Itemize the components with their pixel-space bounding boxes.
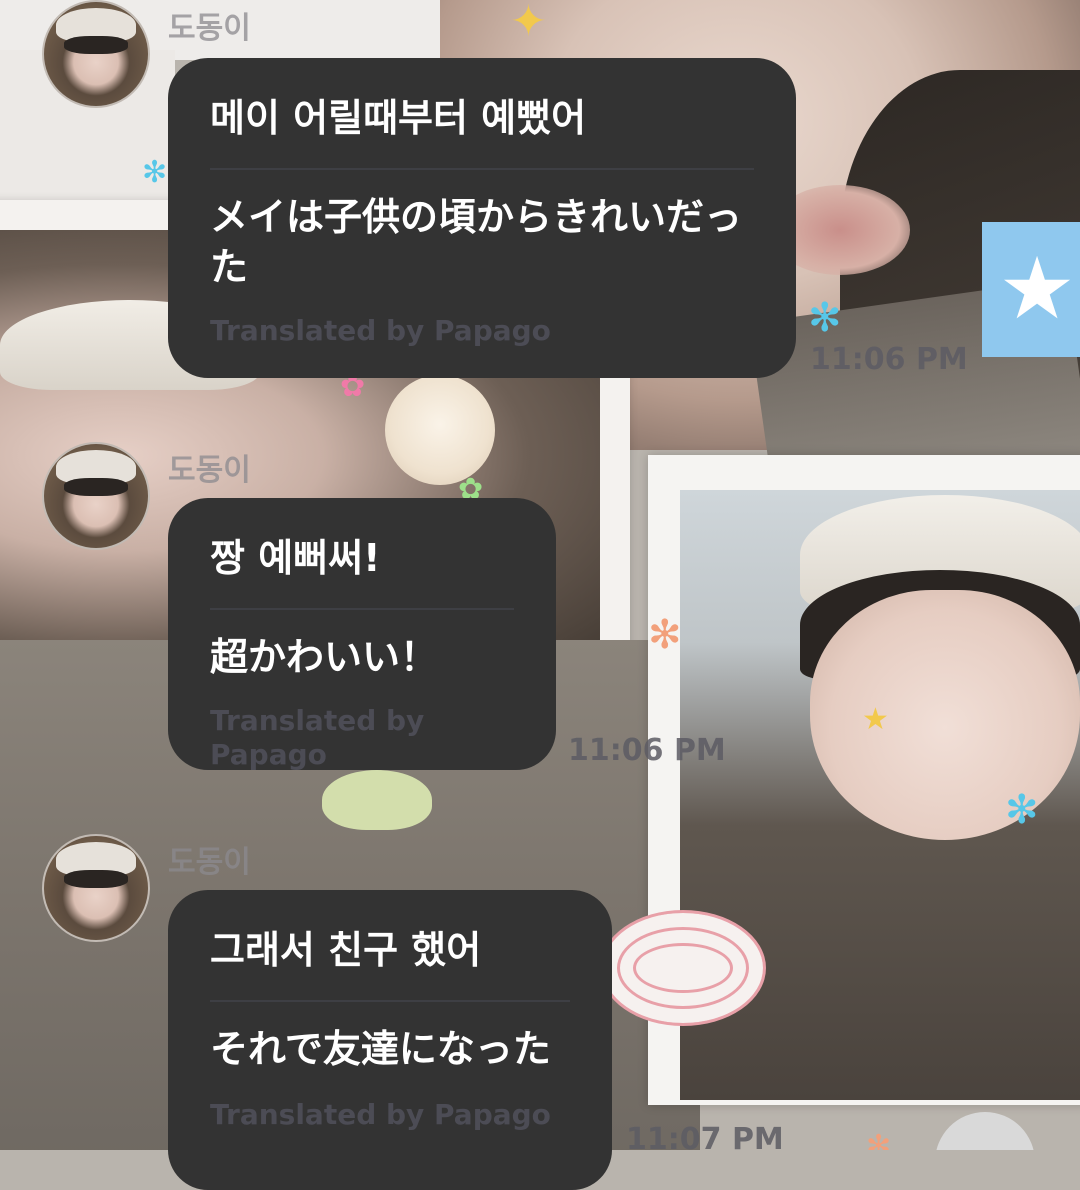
- snowflake-sticker-icon: ✻: [808, 295, 842, 341]
- sender-name: 도동이: [168, 453, 251, 488]
- wallpaper-face-right: [810, 590, 1080, 840]
- translated-text: それで友達になった: [210, 1027, 551, 1071]
- translated-text: 超かわいい！: [210, 635, 439, 679]
- message-bubble[interactable]: 그래서 친구 했어 それで友達になった Translated by Papago: [168, 890, 612, 1190]
- avatar-hair: [64, 36, 128, 54]
- translation-credit: Translated by Papago: [210, 1098, 551, 1131]
- flower-sticker-icon: ✻: [866, 1129, 892, 1151]
- message-timestamp: 11:07 PM: [626, 1122, 784, 1157]
- message-bubble[interactable]: 메이 어릴때부터 예뻤어 メイは子供の頃からきれいだった Translated …: [168, 58, 796, 378]
- snowflake-sticker-icon: ✻: [142, 155, 168, 190]
- translation-credit: Translated by Papago: [210, 704, 425, 771]
- star-sticker-icon: ★: [862, 702, 889, 737]
- spiral-sticker-icon: [600, 910, 766, 1026]
- avatar-hair: [64, 478, 128, 496]
- message-timestamp: 11:06 PM: [810, 342, 968, 377]
- message-bubble[interactable]: 짱 예뻐써! 超かわいい！ Translated by Papago: [168, 498, 556, 771]
- avatar[interactable]: [42, 442, 150, 550]
- translation-credit: Translated by Papago: [210, 314, 551, 347]
- bear-plush-icon: [385, 375, 495, 485]
- star-sticker-icon: ★: [982, 222, 1080, 357]
- avatar[interactable]: [42, 834, 150, 942]
- heart-sticker-icon: [322, 770, 432, 830]
- sender-name: 도동이: [168, 11, 251, 46]
- snowflake-sticker-icon: ✻: [1005, 787, 1039, 833]
- original-text: 그래서 친구 했어: [210, 928, 482, 972]
- scroll-to-bottom-button[interactable]: [935, 1112, 1035, 1150]
- sender-name: 도동이: [168, 845, 251, 880]
- original-text: 짱 예뻐써!: [210, 536, 381, 580]
- original-text: 메이 어릴때부터 예뻤어: [210, 96, 587, 140]
- avatar[interactable]: [42, 0, 150, 108]
- translated-text: メイは子供の頃からきれいだった: [210, 195, 743, 289]
- flower-sticker-icon: ✻: [648, 612, 682, 658]
- star-sticker-icon: ✦: [510, 0, 547, 47]
- message-timestamp: 11:06 PM: [568, 733, 726, 768]
- avatar-hair: [64, 870, 128, 888]
